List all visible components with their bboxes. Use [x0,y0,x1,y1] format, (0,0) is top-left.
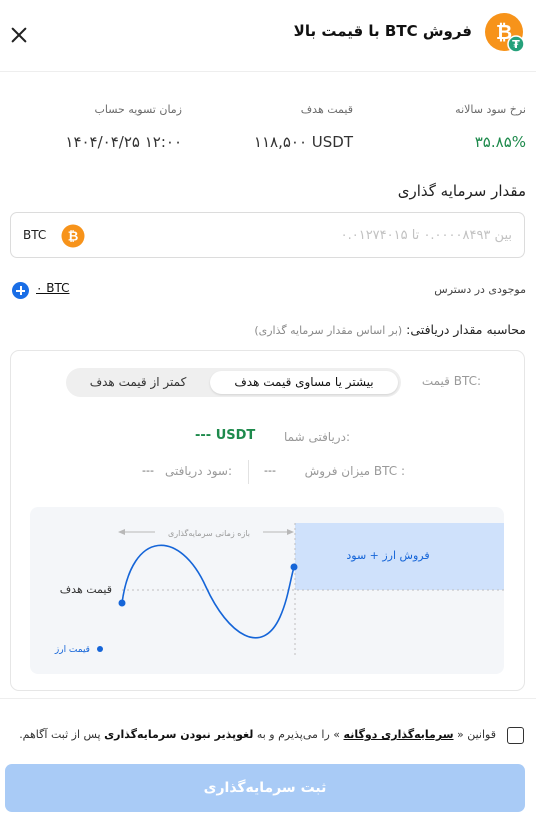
sell-amount-value: --- [264,464,276,477]
target-price-value: ۱۱۸,۵۰۰ USDT [253,133,353,151]
terms-bold: لغوپذیر نبودن سرمایه‌گذاری [104,728,254,741]
bitcoin-icon: ₿ ₮ [485,13,524,52]
sell-amount-label: میزان فروش BTC : [304,464,405,478]
add-funds-button[interactable] [12,282,29,299]
calc-title: محاسبه مقدار دریافتی: (بر اساس مقدار سرم… [254,322,526,337]
end-point [290,563,298,571]
calc-title-text: محاسبه مقدار دریافتی: [406,322,526,337]
price-curve [121,544,295,639]
price-scenario-toggle: بیشتر یا مساوی قیمت هدف کمتر از قیمت هدف [66,368,401,397]
scenario-above-target-tab[interactable]: بیشتر یا مساوی قیمت هدف [210,371,398,394]
start-point [118,599,126,607]
target-price-label: قیمت هدف [300,103,353,116]
footer-divider [0,698,536,699]
investment-input[interactable]: بین ۰.۰۰۰۰۸۴۹۳ تا ۰.۰۱۲۷۴۰۱۵ ₿ BTC [10,212,525,258]
sell-profit-label: فروش ارز + سود [346,549,429,562]
apr-label: نرخ سود سالانه [455,103,526,116]
settlement-time-label: زمان تسویه حساب [94,103,182,116]
btc-price-label: قیمت BTC: [421,374,481,388]
tether-icon: ₮ [507,35,524,52]
investment-title: مقدار سرمایه گذاری [397,182,526,200]
submit-investment-button[interactable]: ثبت سرمایه‌گذاری [5,764,525,812]
arrow-right-icon [287,529,294,535]
available-balance-value[interactable]: ۰ BTC [36,281,70,295]
close-icon[interactable] [8,24,30,46]
terms-text: قوانین « سرمایه‌گذاری دوگانه » را می‌پذی… [19,728,496,741]
profit-value: --- [142,464,154,477]
terms-prefix: قوانین « [457,728,496,741]
apr-value: ۳۵.۸۵% [474,133,526,151]
header: فروش BTC با قیمت بالا ₿ ₮ [0,0,536,72]
svg-text:₿: ₿ [68,230,79,245]
arrow-left-icon [118,529,125,535]
receive-value: --- USDT [195,428,256,443]
available-balance-label: موجودی در دسترس [434,283,526,296]
svg-text:₮: ₮ [512,38,520,51]
legend-label: قیمت ارز [54,645,90,655]
scenario-below-target-tab[interactable]: کمتر از قیمت هدف [72,371,204,394]
period-label: بازه زمانی سرمایه‌گذاری [168,528,250,538]
profit-label: سود دریافتی: [165,464,232,478]
receive-label: دریافتی شما: [283,430,350,444]
terms-middle: » را می‌پذیرم و به [256,728,341,741]
terms-checkbox[interactable] [507,727,524,744]
currency-unit: BTC [23,228,47,242]
terms-suffix: پس از ثبت آگاهم. [19,728,101,741]
legend-dot [97,646,103,652]
page-title: فروش BTC با قیمت بالا [293,22,472,40]
bitcoin-icon: ₿ [61,224,85,248]
investment-placeholder: بین ۰.۰۰۰۰۸۴۹۳ تا ۰.۰۱۲۷۴۰۱۵ [340,228,512,243]
settlement-time-value: ۱۴۰۴/۰۴/۲۵ ۱۲:۰۰ [65,133,182,151]
target-price-diagram-label: قیمت هدف [60,583,112,596]
terms-link[interactable]: سرمایه‌گذاری دوگانه [344,728,454,741]
divider [248,460,249,484]
calc-subtitle: (بر اساس مقدار سرمایه گذاری) [254,324,403,337]
payoff-diagram: بازه زمانی سرمایه‌گذاری قیمت هدف فروش ار… [30,507,504,674]
payoff-diagram-svg: بازه زمانی سرمایه‌گذاری قیمت هدف فروش ار… [54,523,504,657]
